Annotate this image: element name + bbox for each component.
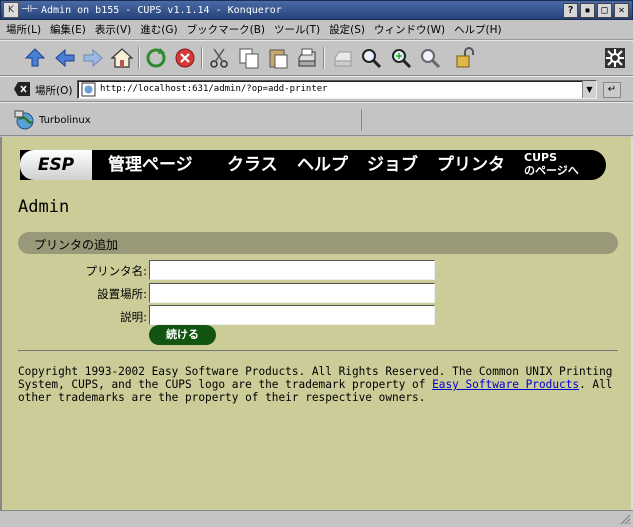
- description-label: 説明:: [120, 310, 147, 324]
- go-icon[interactable]: ↵: [603, 82, 621, 98]
- back-icon[interactable]: [52, 45, 78, 71]
- maximize-button[interactable]: □: [597, 2, 612, 18]
- description-input[interactable]: [149, 305, 435, 325]
- bookmark-label: Turbolinux: [39, 114, 91, 126]
- url-input[interactable]: http://localhost:631/admin/?op=add-print…: [77, 80, 597, 99]
- clear-location-icon[interactable]: [14, 82, 30, 96]
- menu-view[interactable]: 表示(V): [95, 22, 131, 37]
- location-bar: 場所(O) http://localhost:631/admin/?op=add…: [0, 76, 633, 102]
- home-icon[interactable]: [109, 45, 135, 71]
- app-icon[interactable]: K: [3, 2, 19, 18]
- url-dropdown-icon[interactable]: ▼: [582, 81, 596, 98]
- menu-bookmarks[interactable]: ブックマーク(B): [187, 22, 265, 37]
- close-button[interactable]: ✕: [614, 2, 629, 18]
- nav-jobs[interactable]: ジョブ: [367, 150, 418, 180]
- print-frame-icon[interactable]: [330, 45, 356, 71]
- divider: [18, 350, 618, 351]
- esp-logo[interactable]: ESP: [20, 150, 92, 180]
- status-bar: [0, 510, 633, 527]
- cups-link-line1: CUPS: [524, 151, 557, 164]
- minimize-button[interactable]: ▪: [580, 2, 595, 18]
- reload-icon[interactable]: [143, 45, 169, 71]
- zoom-out-icon[interactable]: [417, 45, 443, 71]
- section-title: プリンタの追加: [34, 238, 119, 252]
- menu-settings[interactable]: 設定(S): [329, 22, 365, 37]
- printer-name-input[interactable]: [149, 260, 435, 280]
- nav-help[interactable]: ヘルプ: [297, 150, 348, 180]
- location-field-label: 設置場所:: [97, 287, 147, 301]
- window-titlebar[interactable]: K ⊣⊢ Admin on b155 - CUPS v1.1.14 - Konq…: [0, 0, 633, 20]
- zoom-in-icon[interactable]: [388, 45, 414, 71]
- window-title: Admin on b155 - CUPS v1.1.14 - Konqueror: [41, 4, 282, 16]
- menu-window[interactable]: ウィンドウ(W): [374, 22, 445, 37]
- print-icon[interactable]: [294, 45, 320, 71]
- bookmark-turbolinux[interactable]: Turbolinux: [14, 109, 362, 131]
- globe-icon: [14, 110, 34, 130]
- zoom-icon[interactable]: [358, 45, 384, 71]
- section-header: プリンタの追加: [18, 232, 618, 254]
- nav-classes[interactable]: クラス: [227, 150, 278, 180]
- menu-tools[interactable]: ツール(T): [274, 22, 320, 37]
- toolbar-separator: [323, 47, 325, 69]
- up-icon[interactable]: [22, 45, 48, 71]
- forward-icon[interactable]: [80, 45, 106, 71]
- resize-grip-icon[interactable]: [619, 513, 631, 525]
- menu-go[interactable]: 進む(G): [140, 22, 177, 37]
- toolbar-separator: [201, 47, 203, 69]
- cups-link-line2: のページへ: [524, 164, 579, 177]
- toolbar: [0, 40, 633, 76]
- toolbar-separator: [138, 47, 140, 69]
- nav-admin[interactable]: 管理ページ: [108, 150, 193, 180]
- page-icon: [81, 82, 96, 97]
- easy-software-link[interactable]: Easy Software Products: [432, 378, 579, 391]
- printer-name-label: プリンタ名:: [85, 264, 147, 278]
- paste-icon[interactable]: [265, 45, 291, 71]
- menu-location[interactable]: 場所(L): [6, 22, 41, 37]
- nav-printers[interactable]: プリンタ: [437, 150, 505, 180]
- menu-edit[interactable]: 編集(E): [50, 22, 86, 37]
- copyright-footer: Copyright 1993-2002 Easy Software Produc…: [18, 365, 618, 404]
- cups-nav-banner: ESP 管理ページ クラス ヘルプ ジョブ プリンタ CUPS のページへ: [20, 150, 606, 180]
- pin-icon[interactable]: ⊣⊢: [21, 3, 38, 17]
- help-button[interactable]: ?: [563, 2, 578, 18]
- konqueror-logo-icon: [602, 45, 628, 71]
- page-content: ESP 管理ページ クラス ヘルプ ジョブ プリンタ CUPS のページへ Ad…: [0, 137, 633, 510]
- stop-icon[interactable]: [172, 45, 198, 71]
- url-text: http://localhost:631/admin/?op=add-print…: [100, 84, 328, 94]
- continue-button[interactable]: 続ける: [149, 325, 216, 345]
- bookmark-toolbar: Turbolinux: [0, 102, 633, 136]
- location-label: 場所(O): [35, 85, 73, 97]
- location-input[interactable]: [149, 283, 435, 303]
- cut-icon[interactable]: [206, 45, 232, 71]
- security-lock-icon[interactable]: [452, 45, 478, 71]
- nav-cups-home[interactable]: CUPS のページへ: [524, 151, 604, 177]
- copy-icon[interactable]: [236, 45, 262, 71]
- menu-help[interactable]: ヘルプ(H): [454, 22, 502, 37]
- page-title: Admin: [18, 197, 70, 217]
- menubar: 場所(L) 編集(E) 表示(V) 進む(G) ブックマーク(B) ツール(T)…: [0, 20, 633, 40]
